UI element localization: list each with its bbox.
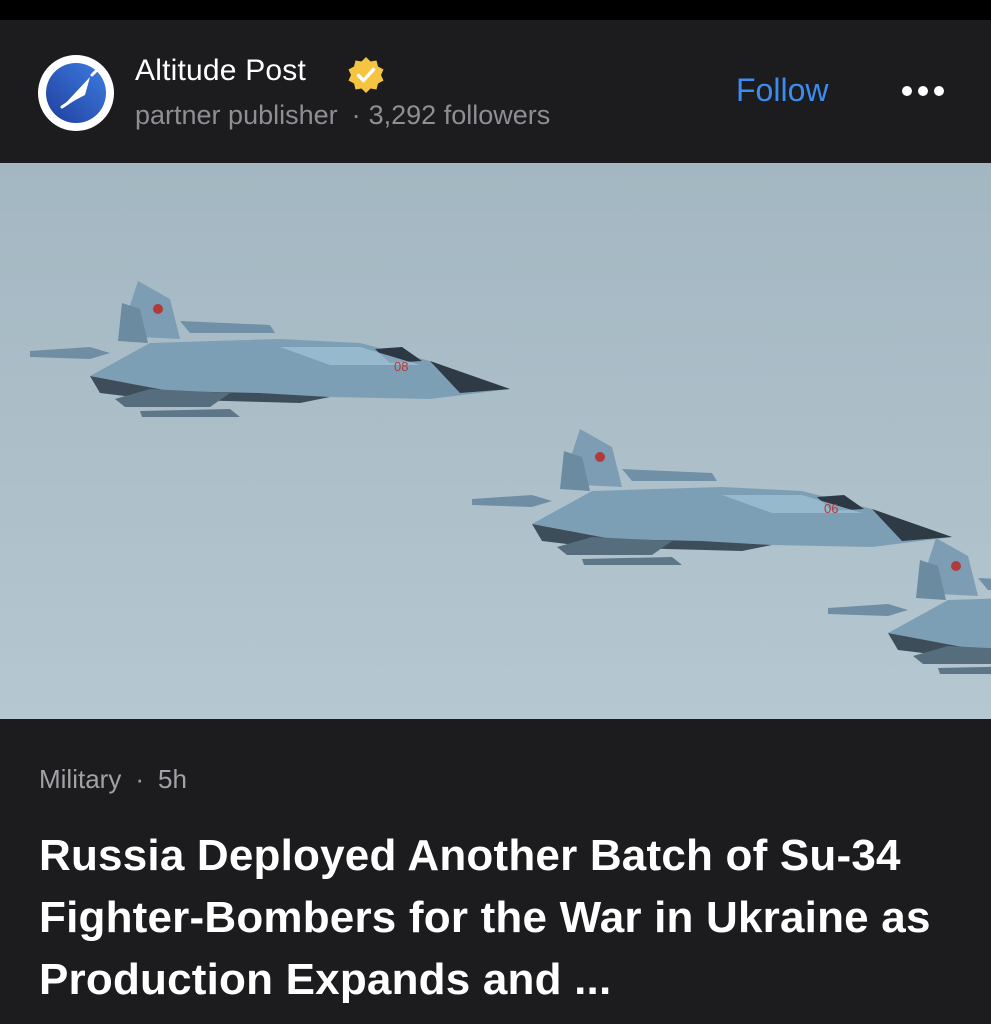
paper-plane-logo-icon (46, 63, 106, 123)
publisher-meta: partner publisher · 3,292 followers (135, 100, 550, 131)
hero-image[interactable]: 08 06 (0, 163, 991, 719)
follow-button[interactable]: Follow (736, 72, 828, 109)
article-card[interactable]: Military · 5h Russia Deployed Another Batc… (0, 719, 991, 1024)
meta-separator: · (351, 100, 361, 130)
article-meta: Military · 5h (39, 764, 187, 795)
publisher-avatar[interactable] (38, 55, 114, 131)
verified-badge-icon (345, 54, 387, 96)
more-horizontal-icon[interactable] (898, 78, 948, 104)
publisher-type: partner publisher (135, 100, 338, 130)
article-age: 5h (158, 764, 187, 794)
status-bar-edge (0, 0, 991, 20)
tail-number-08: 08 (394, 359, 408, 374)
follower-count: 3,292 followers (368, 100, 551, 130)
tail-number-06: 06 (824, 501, 838, 516)
meta-separator: · (135, 764, 145, 794)
publisher-header: Altitude Post partner publisher · 3,292 fo… (0, 20, 991, 163)
article-category[interactable]: Military (39, 764, 121, 794)
article-headline[interactable]: Russia Deployed Another Batch of Su-34 F… (39, 825, 939, 1011)
publisher-name[interactable]: Altitude Post (135, 54, 306, 88)
